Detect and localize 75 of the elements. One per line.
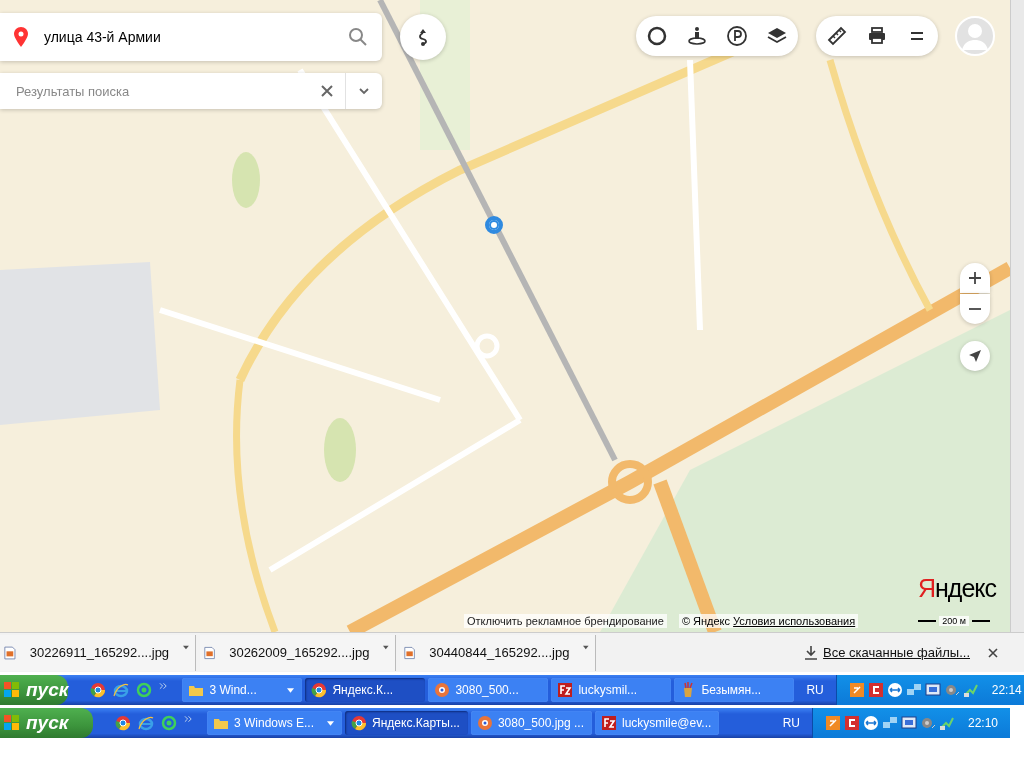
results-input[interactable]: Результаты поиска: [14, 82, 309, 100]
monitor-icon[interactable]: [924, 682, 941, 698]
browser-icon[interactable]: [90, 682, 107, 698]
speaker-icon[interactable]: [919, 715, 936, 731]
zoom-out-button[interactable]: [960, 294, 990, 324]
caret-icon[interactable]: [583, 644, 589, 650]
tray-app-icon[interactable]: [824, 715, 841, 731]
eye-icon: [434, 682, 451, 698]
windows-logo-icon: [4, 715, 20, 731]
parking-icon[interactable]: [726, 25, 748, 47]
clock: 22:14: [991, 683, 1022, 697]
chevron-icon[interactable]: [159, 682, 169, 690]
panorama-icon[interactable]: [686, 25, 708, 47]
image-file-icon: [204, 644, 216, 661]
image-file-icon: [404, 644, 416, 661]
show-all-downloads-link[interactable]: Все скачанные файлы...: [805, 645, 970, 660]
copyright-text: © Яндекс: [681, 615, 731, 627]
taskbar-button[interactable]: luckysmile@ev...: [595, 711, 720, 735]
network-icon[interactable]: [905, 682, 922, 698]
language-indicator[interactable]: RU: [794, 683, 836, 697]
remote-access-icon[interactable]: [862, 715, 879, 731]
ruler-icon[interactable]: [826, 25, 848, 47]
monitor-icon[interactable]: [900, 715, 917, 731]
mail-icon[interactable]: [136, 682, 153, 698]
ftp-app-icon: [557, 682, 574, 698]
search-input[interactable]: улица 43-й Армии: [42, 28, 334, 46]
terms-link[interactable]: Условия использования: [733, 615, 856, 627]
disable-branding-link[interactable]: Отключить рекламное брендирование: [464, 614, 667, 628]
taskbar-button[interactable]: 3 Wind...: [182, 678, 303, 702]
taskbar-button[interactable]: luckysmil...: [551, 678, 672, 702]
search-field[interactable]: улица 43-й Армии: [0, 13, 382, 61]
taskbar-button[interactable]: 3 Windows E...: [207, 711, 343, 735]
connection-icon[interactable]: [938, 715, 955, 731]
close-icon[interactable]: [988, 647, 998, 658]
browser-icon: [351, 715, 368, 731]
language-indicator[interactable]: RU: [770, 716, 812, 730]
arrow-icon: [968, 349, 982, 363]
plus-icon: [968, 271, 982, 285]
map-logo: Яндекс: [918, 574, 997, 603]
zoom-in-button[interactable]: [960, 263, 990, 293]
caret-icon[interactable]: [383, 644, 389, 650]
taskbar-button[interactable]: 3080_500...: [428, 678, 549, 702]
taskbar-button[interactable]: Яндекс.К...: [305, 678, 426, 702]
mail-icon[interactable]: [161, 715, 177, 731]
tray-app-icon[interactable]: [867, 682, 884, 698]
eye-icon: [476, 715, 493, 731]
network-icon[interactable]: [881, 715, 898, 731]
tray-app-icon[interactable]: [843, 715, 860, 731]
scale-bar: 200 м: [918, 616, 990, 626]
taskbar-button[interactable]: 3080_500.jpg ...: [470, 711, 592, 735]
caret-icon[interactable]: [183, 644, 189, 650]
taskbar-button[interactable]: Безымян...: [674, 678, 795, 702]
traffic-icon[interactable]: [646, 25, 668, 47]
chevron-icon[interactable]: [184, 715, 193, 723]
clock: 22:10: [967, 716, 998, 730]
internet-explorer-icon[interactable]: [113, 682, 130, 698]
chevron-icon[interactable]: [358, 85, 370, 97]
browser-icon[interactable]: [115, 715, 131, 731]
search-icon[interactable]: [348, 27, 368, 47]
download-icon: [805, 645, 818, 660]
print-icon[interactable]: [866, 25, 888, 47]
speaker-icon[interactable]: [943, 682, 960, 698]
browser-icon: [311, 682, 328, 698]
internet-explorer-icon[interactable]: [138, 715, 154, 731]
windows-logo-icon: [4, 682, 20, 698]
connection-icon[interactable]: [962, 682, 979, 698]
taskbar-button[interactable]: Яндекс.Карты...: [345, 711, 468, 735]
tray-app-icon[interactable]: [848, 682, 865, 698]
image-file-icon: [4, 644, 16, 661]
pin-icon: [14, 27, 28, 47]
clear-icon[interactable]: [321, 85, 333, 97]
results-field[interactable]: Результаты поиска: [0, 73, 382, 109]
remote-access-icon[interactable]: [886, 682, 903, 698]
start-button[interactable]: пуск: [0, 708, 93, 738]
ftp-app-icon: [601, 715, 617, 731]
